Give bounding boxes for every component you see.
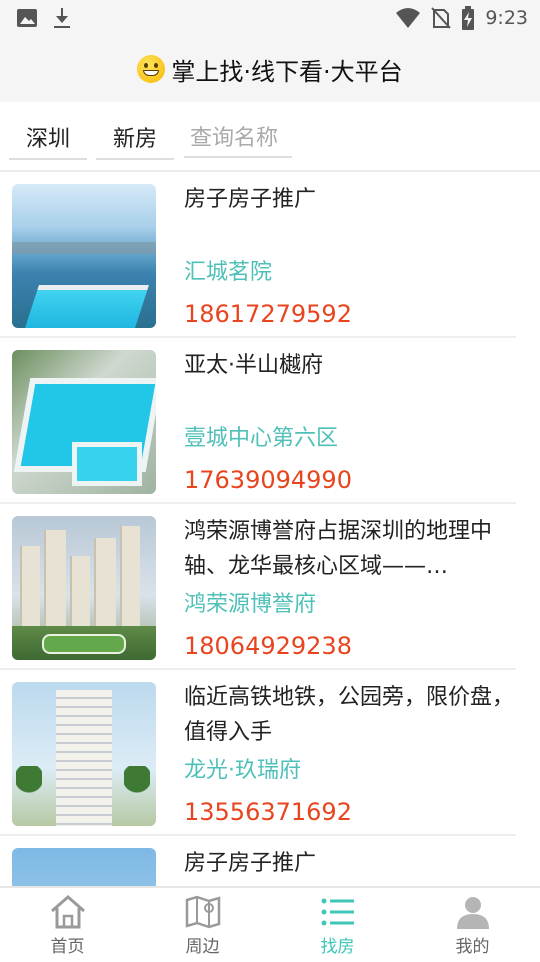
listing-image [12, 350, 156, 494]
listing-name: 临近高铁地铁，公园旁，限价盘，值得入手 [184, 685, 514, 745]
map-icon [185, 895, 220, 929]
list-item[interactable]: 房子房子推广 [0, 836, 516, 888]
listing-project: 壹城中心第六区 [184, 426, 339, 451]
list-item[interactable]: 鸿荣源博誉府占据深圳的地理中轴、龙华最核心区域——… 鸿荣源博誉府 180649… [0, 504, 516, 670]
listing-image [12, 516, 156, 660]
listing-project: 鸿荣源博誉府 [184, 592, 317, 617]
grinning-face-icon [137, 55, 166, 83]
listing-phone[interactable]: 18617279592 [184, 300, 352, 328]
image-icon [17, 9, 37, 27]
listing-image [12, 184, 156, 328]
status-time: 9:23 [485, 7, 528, 29]
listing-name: 房子房子推广 [184, 851, 317, 876]
listing-project: 龙光·玖瑞府 [184, 758, 301, 783]
listing-image [12, 682, 156, 826]
listing-name: 鸿荣源博誉府占据深圳的地理中轴、龙华最核心区域——… [184, 519, 493, 579]
tab-find-house[interactable]: 找房 [270, 888, 405, 962]
home-icon [50, 895, 85, 929]
type-filter[interactable]: 新房 [96, 116, 174, 160]
wifi-icon [396, 8, 421, 28]
status-bar: 9:23 [0, 0, 540, 36]
tab-label: 首页 [50, 937, 85, 957]
tab-home[interactable]: 首页 [0, 888, 135, 962]
tab-nearby[interactable]: 周边 [135, 888, 270, 962]
listing-phone[interactable]: 17639094990 [184, 466, 352, 494]
header-title: 掌上找·线下看·大平台 [171, 57, 403, 86]
tab-label: 找房 [320, 937, 355, 957]
listing-name: 亚太·半山樾府 [184, 353, 323, 378]
app-header: 掌上找·线下看·大平台 [0, 36, 540, 102]
listing-project: 汇城茗院 [184, 260, 273, 285]
listing-list[interactable]: 房子房子推广 汇城茗院 18617279592 亚太·半山樾府 壹城中心第六区 … [0, 170, 540, 888]
listing-name: 房子房子推广 [184, 187, 317, 212]
list-icon [321, 898, 354, 926]
list-item[interactable]: 房子房子推广 汇城茗院 18617279592 [0, 172, 516, 338]
bottom-tab-bar: 首页 周边 找房 我的 [0, 886, 540, 962]
tab-label: 我的 [455, 937, 490, 957]
user-icon [456, 897, 489, 929]
download-icon [54, 8, 70, 28]
listing-phone[interactable]: 13556371692 [184, 798, 352, 826]
filter-bar: 深圳 新房 查询名称 [0, 102, 540, 168]
listing-phone[interactable]: 18064929238 [184, 632, 352, 660]
tab-mine[interactable]: 我的 [405, 888, 540, 962]
battery-charging-icon [462, 6, 475, 30]
no-sim-icon [431, 7, 452, 29]
tab-label: 周边 [185, 937, 220, 957]
search-input[interactable]: 查询名称 [184, 116, 292, 158]
city-filter[interactable]: 深圳 [9, 116, 87, 160]
list-item[interactable]: 临近高铁地铁，公园旁，限价盘，值得入手 龙光·玖瑞府 13556371692 [0, 670, 516, 836]
list-item[interactable]: 亚太·半山樾府 壹城中心第六区 17639094990 [0, 338, 516, 504]
listing-image [12, 848, 156, 888]
